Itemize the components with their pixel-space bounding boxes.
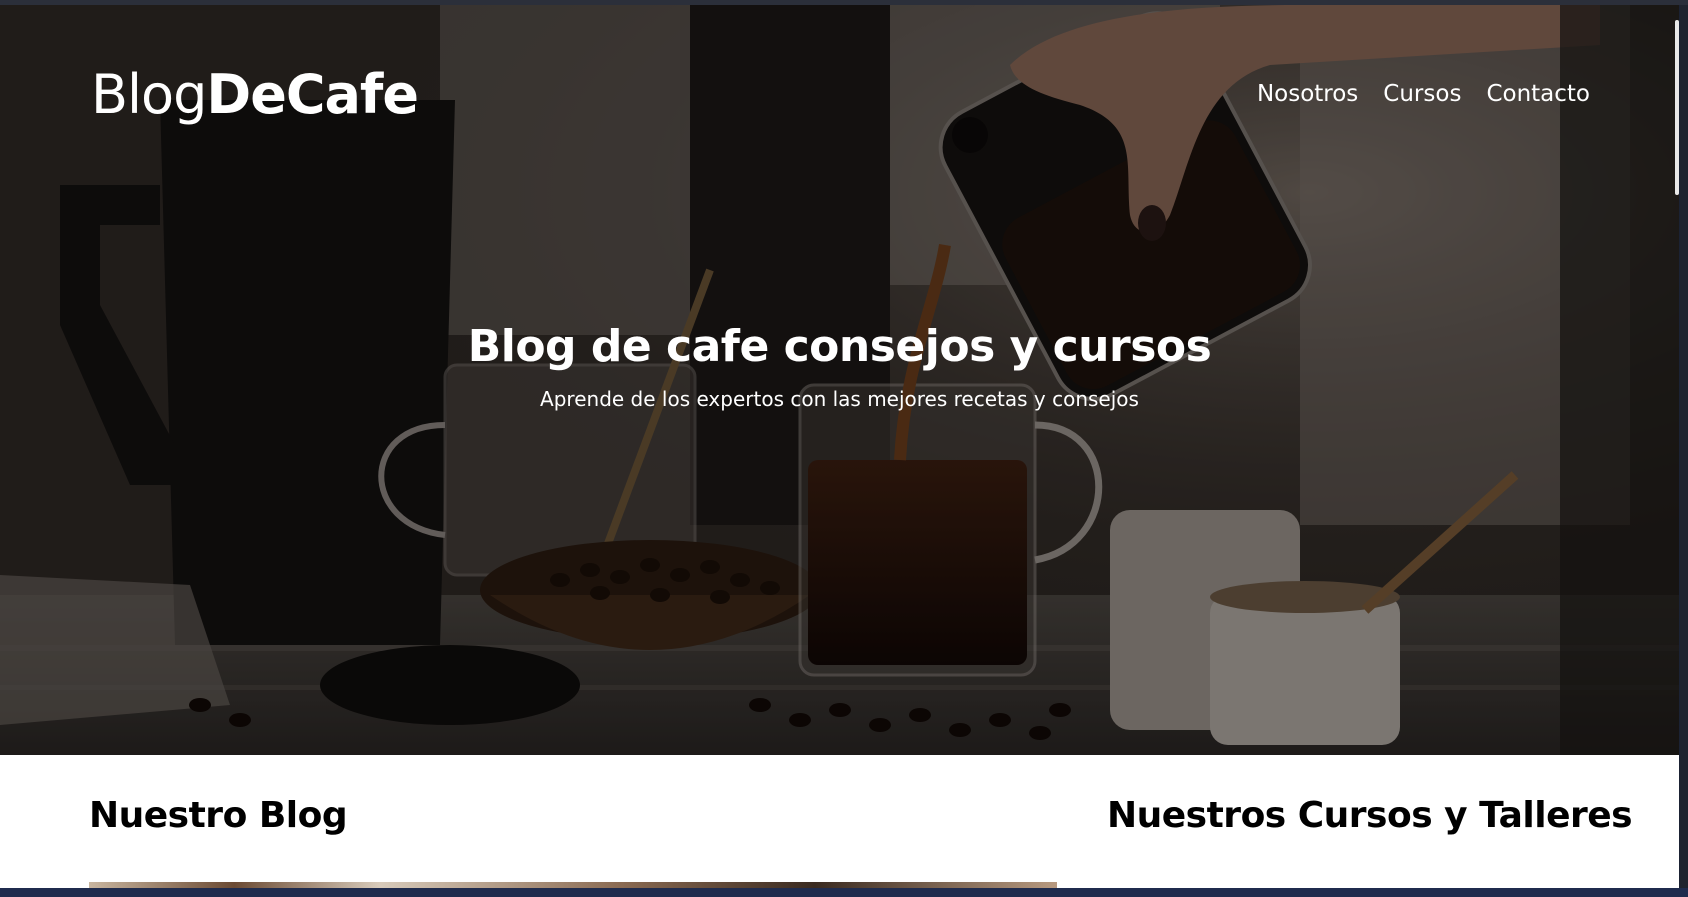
hero: BlogDeCafe Nosotros Cursos Contacto Blog… bbox=[0, 5, 1679, 755]
main-navigation: Nosotros Cursos Contacto bbox=[1257, 81, 1590, 107]
nav-link-contacto[interactable]: Contacto bbox=[1486, 81, 1590, 107]
nav-link-nosotros[interactable]: Nosotros bbox=[1257, 81, 1358, 107]
window-bottom-strip bbox=[0, 888, 1688, 897]
main-content: Nuestro Blog Nuestros Cursos y Talleres bbox=[0, 755, 1679, 888]
scrollbar-thumb[interactable] bbox=[1675, 20, 1679, 195]
courses-section-heading: Nuestros Cursos y Talleres bbox=[1107, 795, 1633, 836]
hero-title: Blog de cafe consejos y cursos bbox=[467, 321, 1212, 372]
hero-subtitle: Aprende de los expertos con las mejores … bbox=[540, 387, 1139, 411]
blog-section-heading: Nuestro Blog bbox=[89, 795, 348, 836]
logo-text-light: Blog bbox=[91, 63, 207, 126]
logo-text-bold: DeCafe bbox=[206, 63, 419, 126]
page: BlogDeCafe Nosotros Cursos Contacto Blog… bbox=[0, 0, 1688, 897]
nav-link-cursos[interactable]: Cursos bbox=[1383, 81, 1461, 107]
site-logo[interactable]: BlogDeCafe bbox=[91, 63, 419, 126]
window-right-edge bbox=[1680, 5, 1688, 897]
